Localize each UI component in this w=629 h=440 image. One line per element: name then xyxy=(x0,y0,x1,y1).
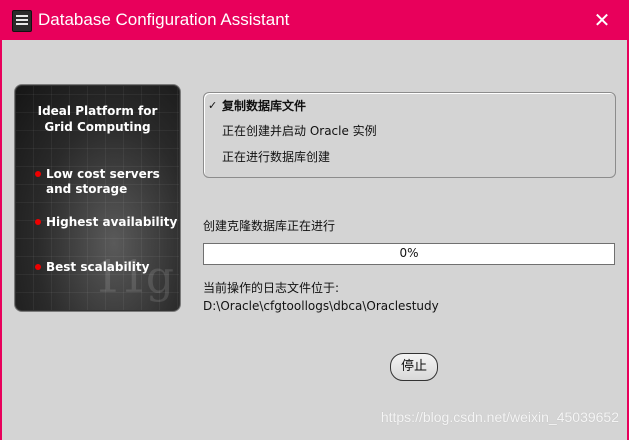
oracle-brand-panel: Ideal Platform for Grid Computing Low co… xyxy=(14,84,181,312)
progress-label: 创建克隆数据库正在进行 xyxy=(203,219,336,233)
title-bar: Database Configuration Assistant ✕ xyxy=(0,0,629,40)
check-icon: ✓ xyxy=(208,99,218,112)
step-label: 正在进行数据库创建 xyxy=(222,150,331,164)
log-file-path: D:\Oracle\cfgtoollogs\dbca\Oraclestudy xyxy=(203,299,439,313)
step-item-create-database: 正在进行数据库创建 xyxy=(222,149,330,165)
feature-item: Highest availability xyxy=(35,215,177,230)
step-item-start-instance: 正在创建并启动 Oracle 实例 xyxy=(222,123,377,139)
bullet-icon xyxy=(35,264,41,270)
log-location-label: 当前操作的日志文件位于: xyxy=(203,281,340,295)
watermark: https://blog.csdn.net/weixin_45039652 xyxy=(380,409,619,425)
brand-title: Ideal Platform for Grid Computing xyxy=(37,104,158,134)
feature-text: Highest availability xyxy=(46,215,178,229)
close-icon[interactable]: ✕ xyxy=(591,9,613,31)
app-icon xyxy=(12,10,32,32)
feature-item: Low cost servers and storage xyxy=(35,167,160,197)
feature-text: Low cost servers and storage xyxy=(46,167,160,196)
steps-list: ✓ 复制数据库文件 正在创建并启动 Oracle 实例 正在进行数据库创建 xyxy=(203,92,616,178)
oracle-11g-mark: 11g xyxy=(93,252,174,303)
progress-bar: 0% xyxy=(203,243,615,265)
window-title: Database Configuration Assistant xyxy=(38,10,290,29)
bullet-icon xyxy=(35,171,41,177)
window-border-left xyxy=(0,40,2,440)
step-item-copy-files: ✓ 复制数据库文件 xyxy=(208,98,307,114)
stop-button[interactable]: 停止 xyxy=(390,353,438,381)
step-label: 复制数据库文件 xyxy=(222,99,307,113)
bullet-icon xyxy=(35,219,41,225)
step-label: 正在创建并启动 Oracle 实例 xyxy=(222,124,377,138)
progress-percent: 0% xyxy=(399,246,419,260)
